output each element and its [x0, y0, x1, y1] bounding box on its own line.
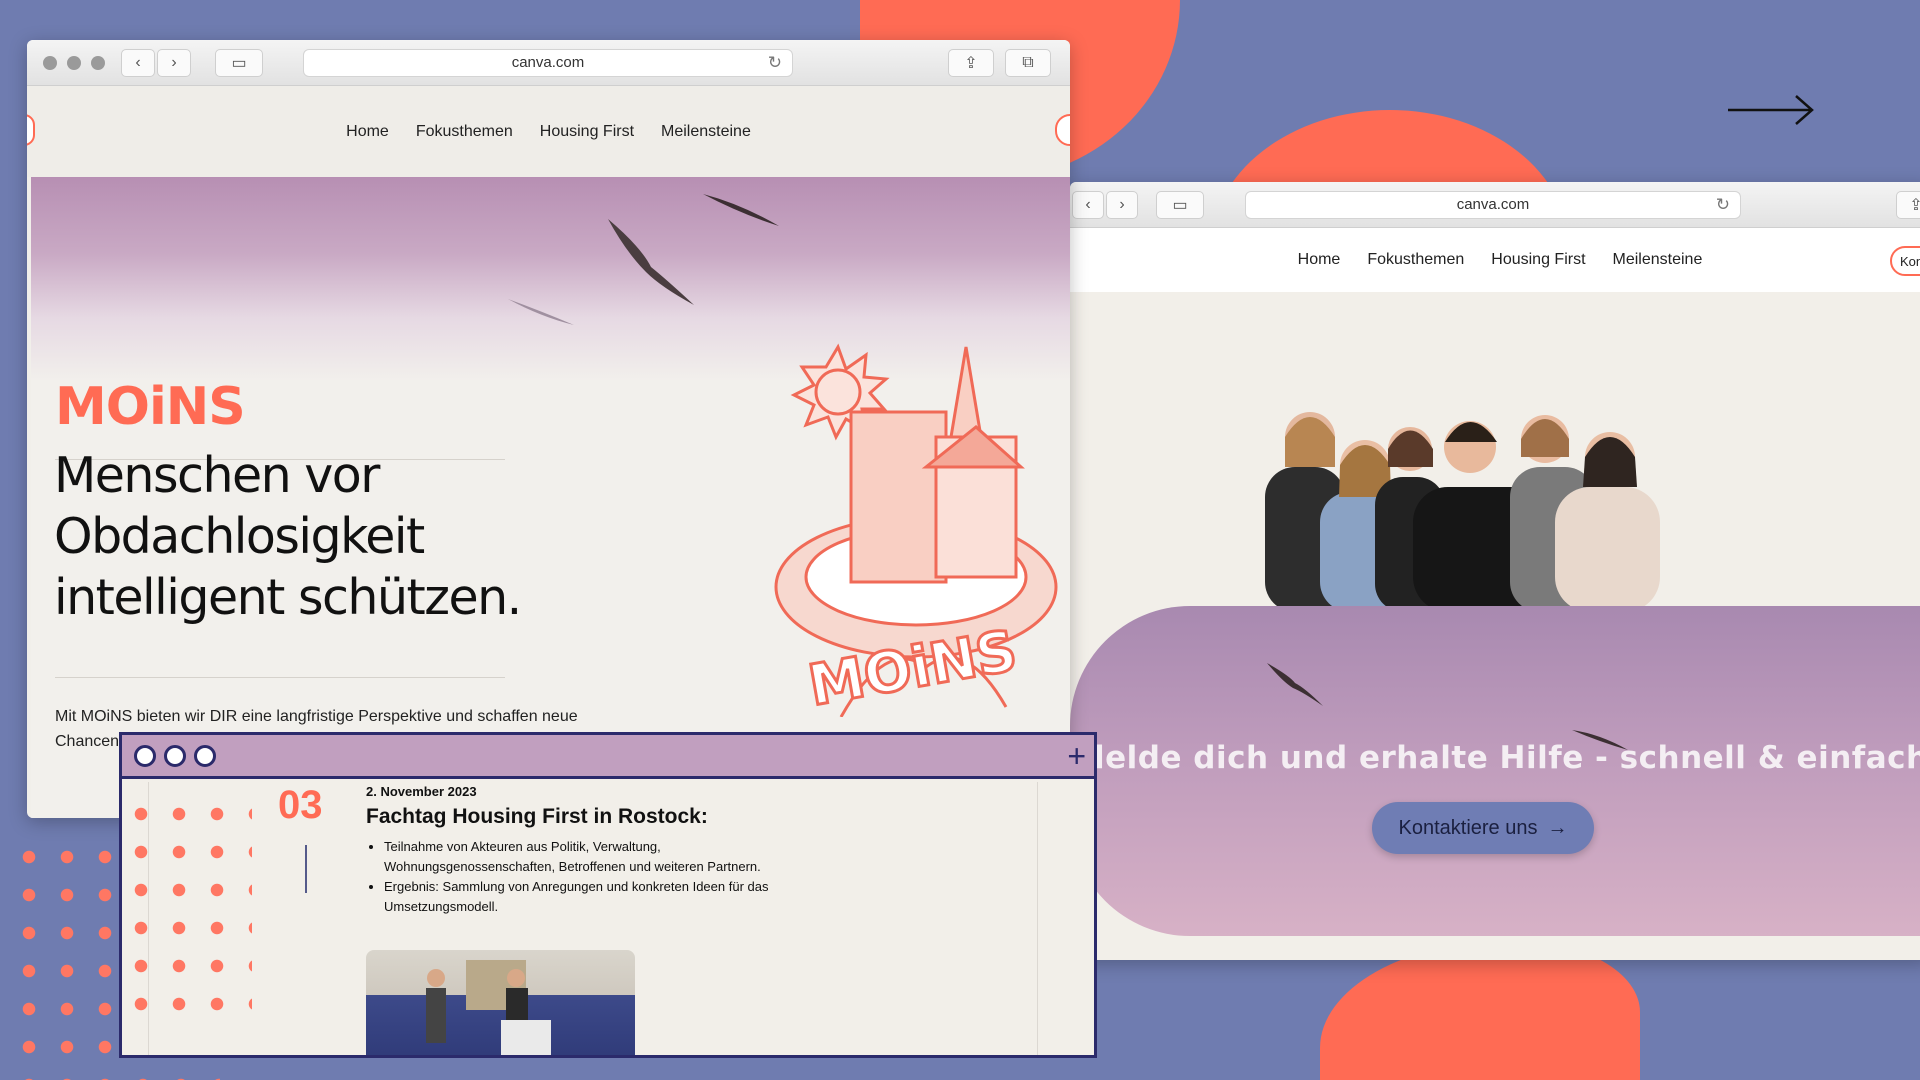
milestone-bullets: Teilnahme von Akteuren aus Politik, Verw…	[384, 837, 794, 917]
headline-line: Obdachlosigkeit	[54, 508, 425, 565]
window-ring-icon	[134, 744, 156, 767]
list-item: Teilnahme von Akteuren aus Politik, Verw…	[384, 837, 794, 877]
site-header: Home Fokusthemen Housing First Meilenste…	[1070, 228, 1920, 292]
window-zoom-button[interactable]	[91, 55, 105, 70]
milestone-date: 2. November 2023	[366, 784, 477, 799]
bird-illustration	[508, 299, 574, 325]
sidebar-icon[interactable]: ▭	[215, 48, 263, 77]
timeline-card: + 03 2. November 2023 Fachtag Housing Fi…	[119, 732, 1097, 1058]
window-close-button[interactable]	[43, 55, 57, 70]
bird-illustration	[608, 219, 694, 305]
nav-item-fokusthemen[interactable]: Fokusthemen	[416, 123, 513, 141]
browser-toolbar: ‹ › ▭ canva.com ↻ ⇪ ⧉	[27, 40, 1070, 86]
share-icon[interactable]: ⇪	[1896, 190, 1920, 219]
chevron-right-icon[interactable]: ›	[157, 48, 191, 77]
nav-item-home[interactable]: Home	[1298, 251, 1341, 269]
address-bar[interactable]: canva.com ↻	[1245, 190, 1741, 219]
url-text: canva.com	[511, 54, 585, 71]
cta-heading: lelde dich und erhalte Hilfe - schnell &…	[1094, 740, 1920, 776]
bird-illustration	[703, 194, 779, 226]
event-photo	[366, 950, 635, 1055]
headline-line: Menschen vor	[54, 447, 380, 504]
reload-icon[interactable]: ↻	[1716, 195, 1730, 215]
hero-headline: Menschen vor Obdachlosigkeit intelligent…	[54, 445, 522, 628]
address-bar[interactable]: canva.com ↻	[303, 48, 793, 77]
reload-icon[interactable]: ↻	[768, 53, 782, 73]
main-nav: Home Fokusthemen Housing First Meilenste…	[1070, 228, 1920, 292]
arrow-right-icon: →	[1547, 816, 1568, 839]
nav-item-fokusthemen[interactable]: Fokusthemen	[1367, 251, 1464, 269]
contact-button[interactable]: Kontaktiere uns →	[1372, 802, 1594, 854]
nav-item-meilensteine[interactable]: Meilensteine	[1613, 251, 1703, 269]
browser-window-right: ‹ › ▭ canva.com ↻ ⇪ Home Fokusthemen Hou…	[1070, 182, 1920, 960]
plus-icon[interactable]: +	[1067, 740, 1086, 772]
nav-item-home[interactable]: Home	[346, 123, 389, 141]
window-ring-icon	[164, 744, 186, 767]
dot-pattern	[122, 795, 252, 1025]
team-photo	[1265, 412, 1660, 612]
divider	[55, 677, 505, 678]
browser-toolbar: ‹ › ▭ canva.com ↻ ⇪	[1070, 182, 1920, 228]
browser-window-left: ‹ › ▭ canva.com ↻ ⇪ ⧉ Home Fokusthemen H…	[27, 40, 1070, 818]
main-nav: Home Fokusthemen Housing First Meilenste…	[27, 86, 1070, 177]
site-header: Home Fokusthemen Housing First Meilenste…	[27, 86, 1070, 177]
chevron-right-icon[interactable]: ›	[1106, 190, 1138, 219]
sidebar-icon[interactable]: ▭	[1156, 190, 1204, 219]
contact-pill-button[interactable]: Kon	[1890, 246, 1920, 276]
url-text: canva.com	[1456, 196, 1530, 213]
bird-illustration	[1267, 663, 1323, 706]
share-icon[interactable]: ⇪	[948, 48, 994, 77]
tabs-icon[interactable]: ⧉	[1005, 48, 1051, 77]
hero-section: MOiNS Menschen vor Obdachlosigkeit intel…	[31, 177, 1070, 818]
chevron-left-icon[interactable]: ‹	[1072, 190, 1104, 219]
timeline-line	[305, 845, 307, 893]
moins-logo: MOiNS	[55, 377, 246, 437]
window-minimize-button[interactable]	[67, 55, 81, 70]
headline-line: intelligent schützen.	[54, 569, 522, 626]
list-item: Ergebnis: Sammlung von Anregungen und ko…	[384, 877, 794, 917]
window-ring-icon	[194, 744, 216, 767]
contact-button-label: Kontaktiere uns	[1398, 816, 1538, 839]
nav-item-housing-first[interactable]: Housing First	[540, 123, 634, 141]
decorative-blob	[1320, 940, 1640, 1080]
milestone-number: 03	[278, 783, 323, 827]
nav-item-housing-first[interactable]: Housing First	[1491, 251, 1585, 269]
arrow-right-icon	[1728, 95, 1814, 125]
card-titlebar: +	[122, 735, 1094, 779]
cta-section: lelde dich und erhalte Hilfe - schnell &…	[1070, 606, 1920, 936]
nav-item-meilensteine[interactable]: Meilensteine	[661, 123, 751, 141]
chevron-left-icon[interactable]: ‹	[121, 48, 155, 77]
milestone-title: Fachtag Housing First in Rostock:	[366, 805, 708, 828]
city-illustration: MOiNS	[774, 343, 1058, 717]
